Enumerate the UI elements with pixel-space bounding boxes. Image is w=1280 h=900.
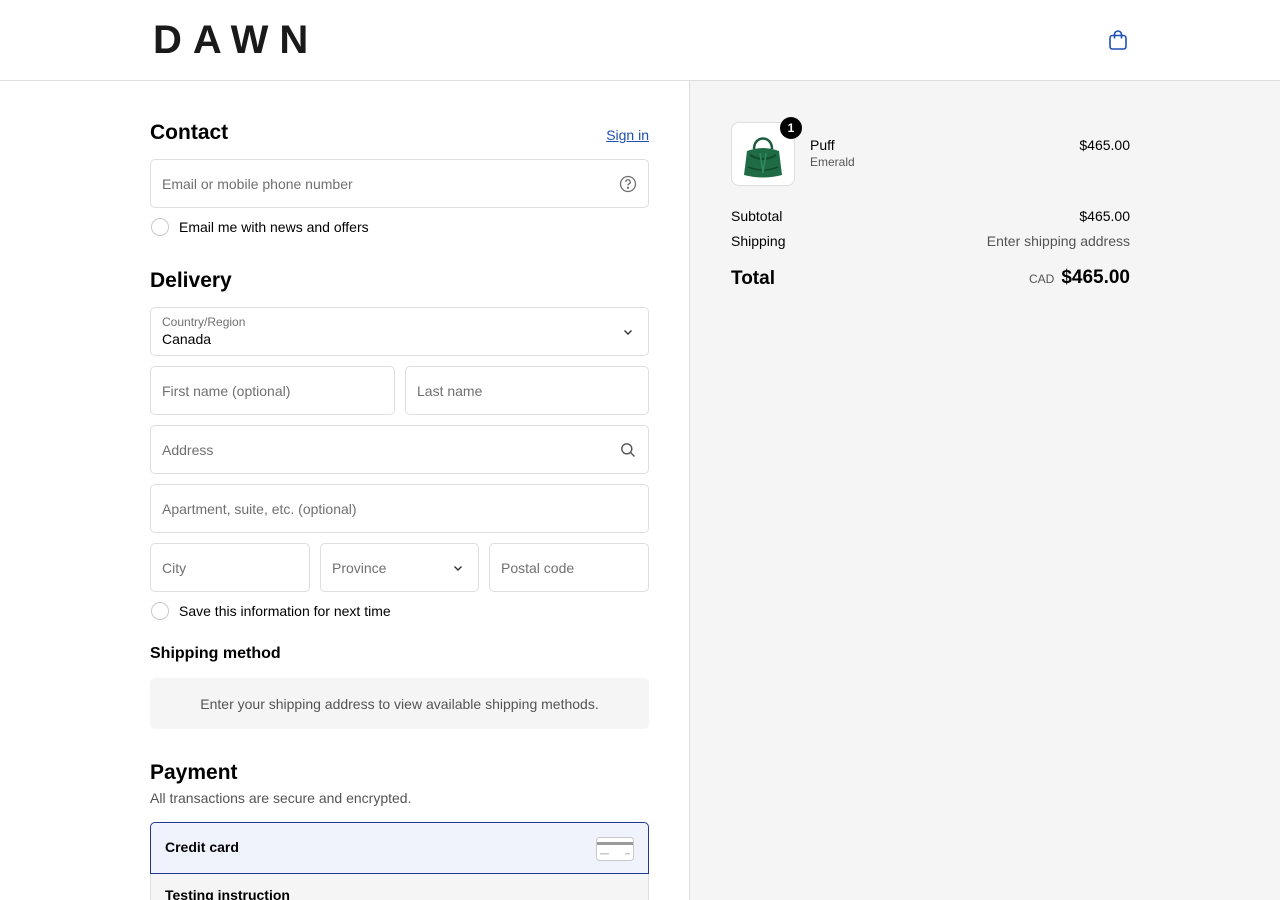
product-variant: Emerald (810, 155, 855, 169)
save-info-checkbox[interactable]: Save this information for next time (151, 602, 391, 620)
shipping-method-title: Shipping method (150, 645, 281, 662)
credit-card-option[interactable]: Credit card (150, 822, 649, 874)
question-circle-icon[interactable] (619, 175, 637, 193)
country-select[interactable]: Country/Region Canada (150, 307, 649, 356)
news-checkbox[interactable]: Email me with news and offers (151, 218, 369, 236)
quantity-badge: 1 (780, 117, 802, 139)
first-name-field[interactable]: First name (optional) (150, 366, 395, 415)
contact-title: Contact (150, 121, 229, 144)
first-name-placeholder: First name (optional) (162, 382, 291, 399)
save-info-checkbox-label: Save this information for next time (179, 603, 391, 619)
subtotal-label: Subtotal (731, 208, 783, 224)
order-summary: 1 Puff Emerald $465.00 Subtotal $465.00 … (689, 81, 1280, 900)
product-name: Puff (810, 137, 835, 153)
credit-card-label: Credit card (165, 839, 239, 855)
province-select[interactable]: Province (320, 543, 479, 592)
apartment-field[interactable]: Apartment, suite, etc. (optional) (150, 484, 649, 533)
shipping-label: Shipping (731, 233, 786, 249)
apartment-placeholder: Apartment, suite, etc. (optional) (162, 500, 357, 517)
shipping-value: Enter shipping address (986, 233, 1130, 249)
credit-card-icon (596, 837, 634, 861)
last-name-field[interactable]: Last name (405, 366, 649, 415)
email-placeholder: Email or mobile phone number (162, 175, 353, 192)
news-checkbox-label: Email me with news and offers (179, 219, 369, 235)
currency-code: CAD (1028, 272, 1055, 286)
chevron-down-icon (624, 329, 632, 335)
subtotal-value: $465.00 (1079, 208, 1130, 224)
brand-logo[interactable]: DAWN (153, 18, 319, 62)
testing-instruction: Testing instruction (150, 874, 649, 900)
postal-placeholder: Postal code (501, 559, 575, 576)
shipping-method-message: Enter your shipping address to view avai… (150, 678, 649, 729)
delivery-title: Delivery (150, 269, 232, 292)
total-value: $465.00 (1061, 267, 1130, 288)
save-info-checkbox-box[interactable] (151, 602, 169, 620)
country-value: Canada (162, 331, 212, 347)
search-icon (621, 442, 635, 457)
email-field[interactable]: Email or mobile phone number (150, 159, 649, 208)
total-label: Total (731, 268, 775, 289)
product-price: $465.00 (1079, 137, 1130, 153)
payment-title: Payment (150, 761, 238, 784)
payment-subtitle: All transactions are secure and encrypte… (150, 790, 412, 806)
city-field[interactable]: City (150, 543, 310, 592)
news-checkbox-box[interactable] (151, 218, 169, 236)
last-name-placeholder: Last name (417, 382, 483, 399)
shopping-bag-icon[interactable] (1106, 28, 1130, 52)
address-placeholder: Address (162, 441, 214, 458)
postal-code-field[interactable]: Postal code (489, 543, 649, 592)
country-label: Country/Region (162, 315, 246, 329)
total-amount: CAD $465.00 (1029, 267, 1130, 289)
site-header: DAWN (0, 0, 1280, 81)
city-placeholder: City (162, 559, 187, 576)
sign-in-link[interactable]: Sign in (606, 127, 649, 143)
testing-instruction-label: Testing instruction (165, 887, 290, 900)
chevron-down-icon (454, 565, 462, 571)
product-thumbnail: 1 (731, 117, 802, 186)
address-field[interactable]: Address (150, 425, 649, 474)
province-placeholder: Province (332, 559, 387, 576)
